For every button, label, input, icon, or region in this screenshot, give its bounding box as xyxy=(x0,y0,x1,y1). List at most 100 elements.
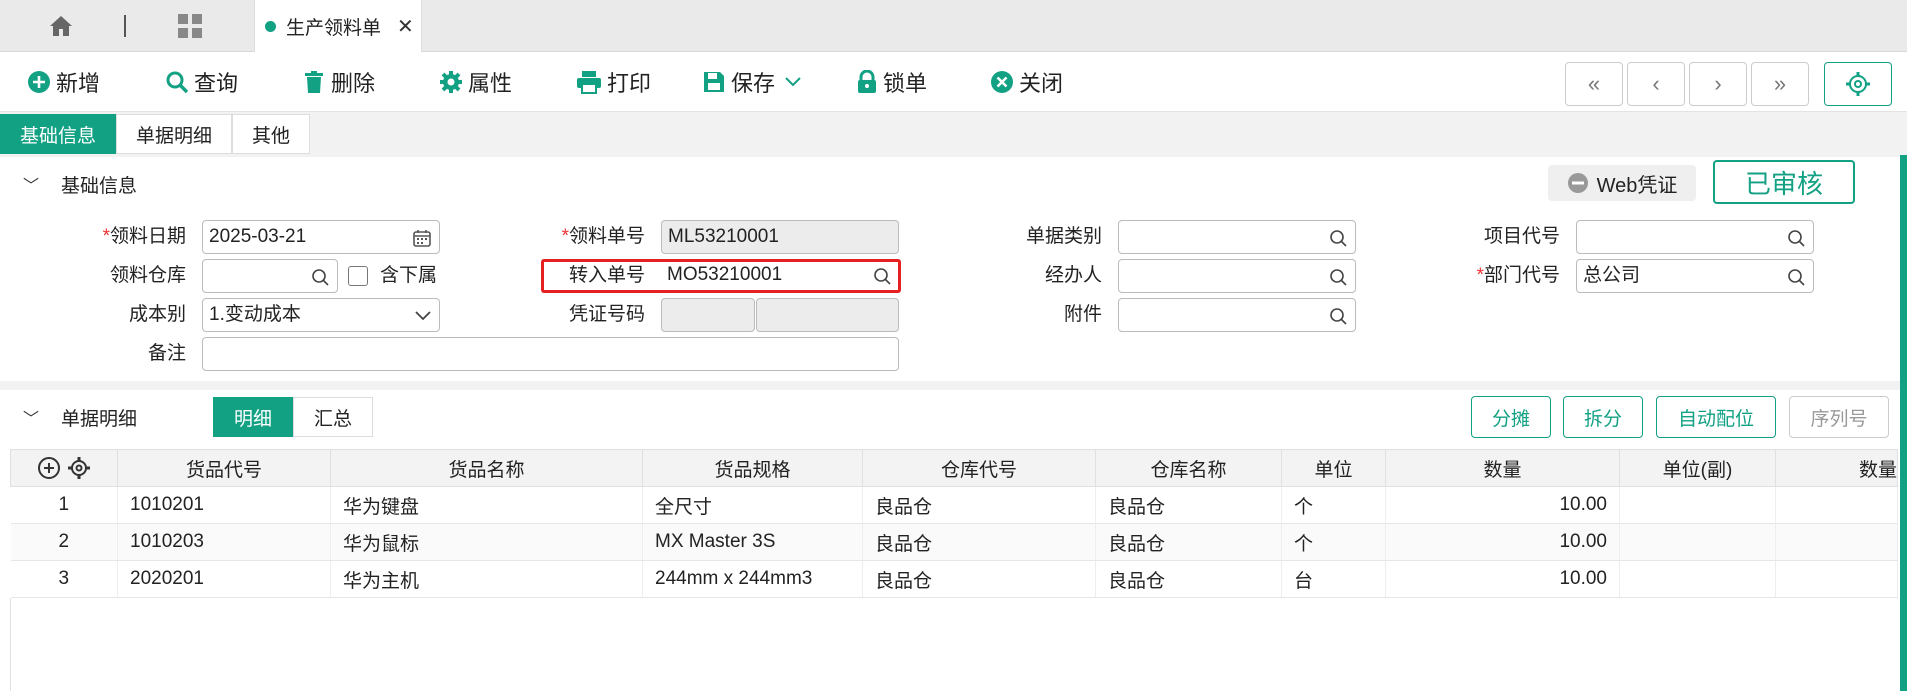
pick-date-field[interactable]: 2025-03-21 xyxy=(202,220,440,254)
search-icon[interactable] xyxy=(1787,268,1805,286)
search-icon[interactable] xyxy=(1329,268,1347,286)
col-sub-unit[interactable]: 单位(副) xyxy=(1619,449,1776,487)
cost-type-select[interactable]: 1.变动成本 xyxy=(202,298,440,332)
tab-document-detail[interactable]: 单据明细 xyxy=(116,114,233,154)
web-voucher-button[interactable]: Web凭证 xyxy=(1548,165,1696,201)
search-icon[interactable] xyxy=(1787,229,1805,247)
attach-field[interactable] xyxy=(1118,298,1356,332)
dept-field[interactable]: 总公司 xyxy=(1576,259,1814,293)
col-item-spec[interactable]: 货品规格 xyxy=(642,449,863,487)
cell-warehouse-code[interactable]: 良品仓 xyxy=(862,523,1096,561)
cell-sub-unit[interactable] xyxy=(1619,560,1776,598)
cell-unit[interactable]: 台 xyxy=(1281,560,1386,598)
close-tab-icon[interactable]: ✕ xyxy=(397,14,414,39)
cell-unit[interactable]: 个 xyxy=(1281,486,1386,524)
add-button[interactable]: 新增 xyxy=(27,64,100,100)
delete-button[interactable]: 删除 xyxy=(302,64,375,100)
calendar-icon[interactable] xyxy=(413,229,431,247)
col-warehouse-code[interactable]: 仓库代号 xyxy=(862,449,1096,487)
home-icon xyxy=(50,16,72,36)
cell-sub-quantity[interactable] xyxy=(1775,486,1898,524)
vertical-scrollbar[interactable] xyxy=(1900,155,1907,691)
pick-date-label: *领料日期 xyxy=(102,226,186,247)
project-field[interactable] xyxy=(1576,220,1814,254)
apps-tab[interactable] xyxy=(127,0,252,52)
cell-item-spec[interactable]: 全尺寸 xyxy=(642,486,863,524)
cell-warehouse-code[interactable]: 良品仓 xyxy=(862,560,1096,598)
col-quantity[interactable]: 数量 xyxy=(1385,449,1620,487)
column-settings-icon[interactable] xyxy=(67,456,91,480)
cell-sub-quantity[interactable] xyxy=(1775,560,1898,598)
chevron-down-icon[interactable] xyxy=(785,77,801,87)
view-summary-button[interactable]: 汇总 xyxy=(293,397,374,437)
search-icon[interactable] xyxy=(311,268,329,286)
home-tab[interactable] xyxy=(0,0,122,52)
col-sub-quantity[interactable]: 数量 xyxy=(1775,449,1898,487)
cell-item-code[interactable]: 1010203 xyxy=(117,523,331,561)
basic-info-title: 基础信息 xyxy=(61,175,138,197)
voucher-no-field-2[interactable] xyxy=(756,298,899,332)
cell-item-spec[interactable]: MX Master 3S xyxy=(642,523,863,561)
tab-basic-info[interactable]: 基础信息 xyxy=(0,114,117,154)
tab-production-picking[interactable]: 生产领料单 ✕ xyxy=(254,0,422,52)
voucher-no-field-1[interactable] xyxy=(661,298,755,332)
cell-item-name[interactable]: 华为主机 xyxy=(330,560,643,598)
warehouse-field[interactable] xyxy=(202,259,338,293)
add-row-icon[interactable] xyxy=(37,456,61,480)
cell-item-spec[interactable]: 244mm x 244mm3 xyxy=(642,560,863,598)
collapse-chevron-icon[interactable]: ﹀ xyxy=(11,405,51,429)
cell-item-name[interactable]: 华为键盘 xyxy=(330,486,643,524)
query-button[interactable]: 查询 xyxy=(165,64,238,100)
handler-field[interactable] xyxy=(1118,259,1356,293)
cell-item-code[interactable]: 2020201 xyxy=(117,560,331,598)
tab-other[interactable]: 其他 xyxy=(232,114,311,154)
search-icon[interactable] xyxy=(1329,229,1347,247)
close-button[interactable]: 关闭 xyxy=(990,64,1063,100)
cell-unit[interactable]: 个 xyxy=(1281,523,1386,561)
pick-no-field[interactable]: ML53210001 xyxy=(661,220,899,254)
cell-item-code[interactable]: 1010201 xyxy=(117,486,331,524)
cell-sub-unit[interactable] xyxy=(1619,486,1776,524)
cell-warehouse-name[interactable]: 良品仓 xyxy=(1095,560,1282,598)
transfer-no-field[interactable]: MO53210001 xyxy=(661,259,899,293)
last-record-button[interactable]: » xyxy=(1751,62,1809,106)
col-item-name[interactable]: 货品名称 xyxy=(330,449,643,487)
col-unit[interactable]: 单位 xyxy=(1281,449,1386,487)
search-icon[interactable] xyxy=(1329,307,1347,325)
settings-button[interactable] xyxy=(1824,62,1892,106)
cell-quantity[interactable]: 10.00 xyxy=(1385,560,1620,598)
detail-table: 货品代号 货品名称 货品规格 仓库代号 仓库名称 单位 数量 单位(副) 数量 … xyxy=(10,449,1898,598)
table-row[interactable]: 3 2020201 华为主机 244mm x 244mm3 良品仓 良品仓 台 … xyxy=(10,560,1898,598)
print-button[interactable]: 打印 xyxy=(576,64,651,100)
next-record-button[interactable]: › xyxy=(1689,62,1747,106)
prev-record-button[interactable]: ‹ xyxy=(1627,62,1685,106)
first-record-button[interactable]: « xyxy=(1565,62,1623,106)
col-warehouse-name[interactable]: 仓库名称 xyxy=(1095,449,1282,487)
cell-sub-unit[interactable] xyxy=(1619,523,1776,561)
properties-button[interactable]: 属性 xyxy=(439,64,512,100)
include-sub-checkbox[interactable] xyxy=(348,266,368,286)
floppy-icon xyxy=(704,72,724,92)
cell-sub-quantity[interactable] xyxy=(1775,523,1898,561)
auto-locate-button[interactable]: 自动配位 xyxy=(1656,396,1776,438)
add-label: 新增 xyxy=(56,71,101,96)
doc-type-field[interactable] xyxy=(1118,220,1356,254)
cell-warehouse-name[interactable]: 良品仓 xyxy=(1095,523,1282,561)
save-button[interactable]: 保存 xyxy=(702,64,806,100)
col-item-code[interactable]: 货品代号 xyxy=(117,449,331,487)
lock-button[interactable]: 锁单 xyxy=(856,64,927,100)
table-row[interactable]: 1 1010201 华为键盘 全尺寸 良品仓 良品仓 个 10.00 xyxy=(10,486,1898,524)
table-row[interactable]: 2 1010203 华为鼠标 MX Master 3S 良品仓 良品仓 个 10… xyxy=(10,523,1898,561)
view-detail-button[interactable]: 明细 xyxy=(213,397,294,437)
allocate-button[interactable]: 分摊 xyxy=(1471,396,1551,438)
cell-quantity[interactable]: 10.00 xyxy=(1385,486,1620,524)
split-button[interactable]: 拆分 xyxy=(1563,396,1643,438)
cell-warehouse-name[interactable]: 良品仓 xyxy=(1095,486,1282,524)
remark-field[interactable] xyxy=(202,337,899,371)
search-icon[interactable] xyxy=(873,267,891,285)
collapse-chevron-icon[interactable]: ﹀ xyxy=(11,172,51,196)
cell-item-name[interactable]: 华为鼠标 xyxy=(330,523,643,561)
serial-no-button[interactable]: 序列号 xyxy=(1789,396,1889,438)
cell-quantity[interactable]: 10.00 xyxy=(1385,523,1620,561)
cell-warehouse-code[interactable]: 良品仓 xyxy=(862,486,1096,524)
